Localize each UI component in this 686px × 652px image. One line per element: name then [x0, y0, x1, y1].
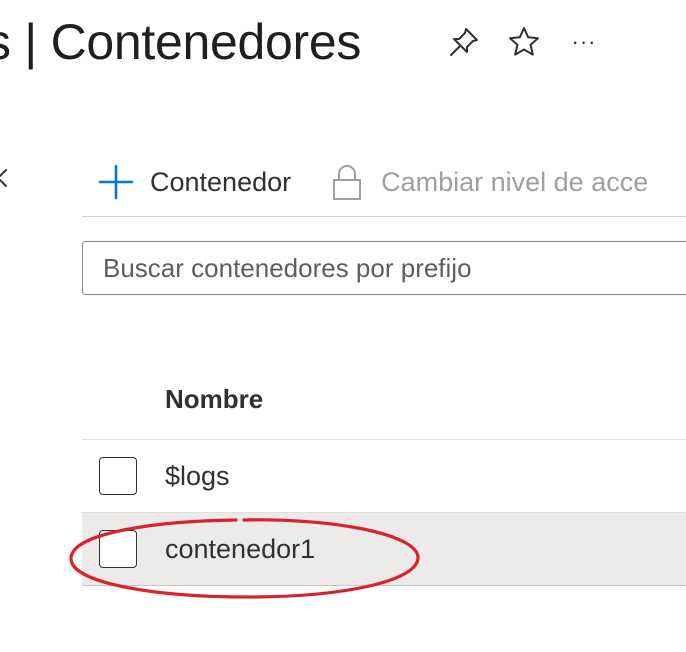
search-box	[82, 241, 686, 295]
page-title: s | Contenedores	[0, 14, 362, 70]
title-actions: ···	[444, 22, 624, 62]
favorite-button[interactable]	[504, 22, 544, 62]
toolbar-divider	[82, 216, 686, 217]
page: s | Contenedores ··· Contenedor Cambiar …	[0, 0, 686, 652]
chevron-left-icon	[0, 169, 7, 187]
row-checkbox[interactable]	[99, 530, 137, 568]
pin-icon	[450, 28, 478, 56]
column-header-name[interactable]: Nombre	[165, 384, 263, 415]
containers-table: Nombre $logs contenedor1	[82, 360, 686, 586]
add-container-label: Contenedor	[150, 166, 292, 197]
change-access-level-button[interactable]: Cambiar nivel de acce	[315, 152, 660, 212]
plus-icon	[96, 162, 136, 202]
more-button[interactable]: ···	[564, 22, 604, 62]
search-input[interactable]	[83, 242, 686, 294]
collapse-sidebar-button[interactable]	[0, 164, 10, 192]
row-checkbox[interactable]	[99, 457, 137, 495]
pin-button[interactable]	[444, 22, 484, 62]
container-name[interactable]: $logs	[165, 461, 230, 492]
lock-icon	[327, 162, 367, 202]
add-container-button[interactable]: Contenedor	[84, 152, 303, 212]
command-bar: Contenedor Cambiar nivel de acce	[84, 148, 686, 216]
table-header: Nombre	[82, 360, 686, 440]
table-row[interactable]: $logs	[82, 440, 686, 513]
container-name[interactable]: contenedor1	[165, 534, 315, 565]
change-access-label: Cambiar nivel de acce	[381, 166, 649, 197]
star-icon	[509, 27, 539, 56]
table-row[interactable]: contenedor1	[82, 513, 686, 586]
